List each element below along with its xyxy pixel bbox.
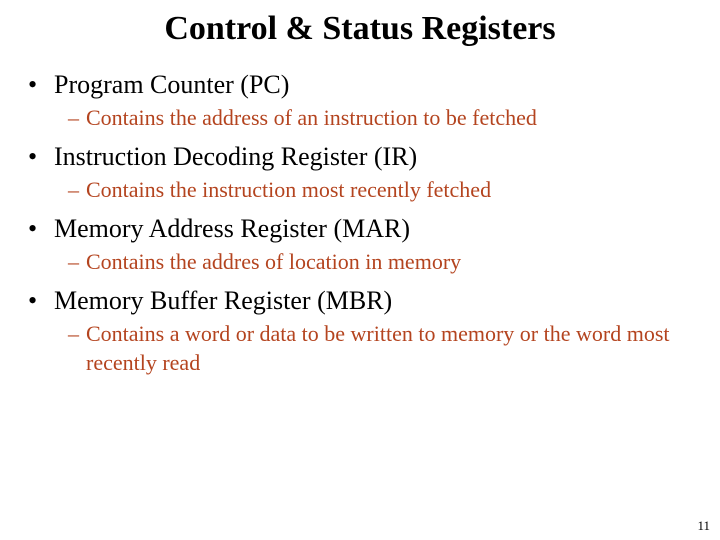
list-item: • Memory Address Register (MAR): [28, 214, 692, 244]
item-label: Memory Address Register (MAR): [54, 214, 692, 244]
item-label: Instruction Decoding Register (IR): [54, 142, 692, 172]
dash-icon: –: [68, 176, 86, 204]
bullet-icon: •: [28, 70, 54, 100]
bullet-icon: •: [28, 286, 54, 316]
item-label: Memory Buffer Register (MBR): [54, 286, 692, 316]
item-label: Program Counter (PC): [54, 70, 692, 100]
bullet-icon: •: [28, 142, 54, 172]
dash-icon: –: [68, 320, 86, 348]
list-subitem: – Contains the addres of location in mem…: [28, 248, 692, 276]
list-subitem: – Contains a word or data to be written …: [28, 320, 692, 376]
slide: Control & Status Registers • Program Cou…: [0, 0, 720, 540]
list-subitem: – Contains the instruction most recently…: [28, 176, 692, 204]
list-item: • Memory Buffer Register (MBR): [28, 286, 692, 316]
item-desc: Contains a word or data to be written to…: [86, 320, 692, 376]
page-number: 11: [697, 518, 710, 534]
item-desc: Contains the addres of location in memor…: [86, 248, 692, 276]
item-desc: Contains the instruction most recently f…: [86, 176, 692, 204]
slide-content: • Program Counter (PC) – Contains the ad…: [0, 70, 720, 377]
slide-title: Control & Status Registers: [0, 10, 720, 48]
list-subitem: – Contains the address of an instruction…: [28, 104, 692, 132]
list-item: • Instruction Decoding Register (IR): [28, 142, 692, 172]
dash-icon: –: [68, 248, 86, 276]
dash-icon: –: [68, 104, 86, 132]
item-desc: Contains the address of an instruction t…: [86, 104, 692, 132]
bullet-icon: •: [28, 214, 54, 244]
list-item: • Program Counter (PC): [28, 70, 692, 100]
